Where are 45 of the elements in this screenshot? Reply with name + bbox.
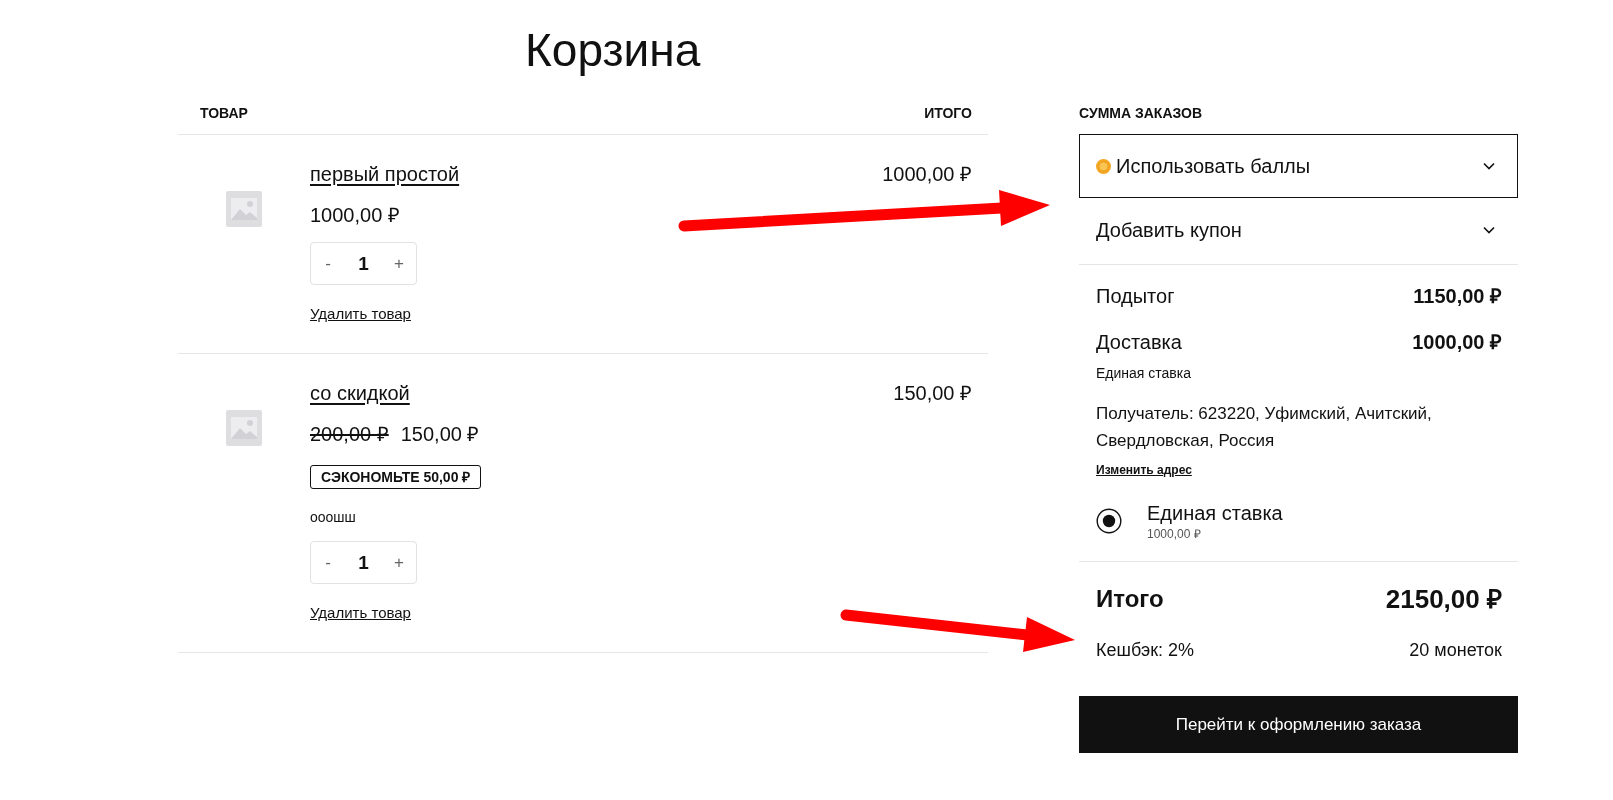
- points-accordion[interactable]: Использовать баллы: [1079, 134, 1518, 198]
- product-link[interactable]: первый простой: [310, 162, 460, 186]
- quantity-stepper[interactable]: - 1 +: [310, 242, 417, 285]
- old-price: 200,00 ₽: [310, 422, 389, 446]
- increment-button[interactable]: +: [382, 542, 416, 583]
- product-note: ооошш: [310, 508, 356, 526]
- remove-link[interactable]: Удалить товар: [310, 304, 411, 324]
- shipping-option-price: 1000,00 ₽: [1147, 526, 1202, 542]
- image-placeholder-icon: [226, 410, 262, 446]
- column-header: ИТОГО: [924, 104, 972, 123]
- chevron-down-icon: [1483, 162, 1495, 170]
- cashback-label: Кешбэк: 2%: [1096, 639, 1195, 662]
- shipping-option-label: Единая ставка: [1147, 501, 1283, 526]
- summary-label: Доставка: [1096, 330, 1182, 355]
- change-address-link[interactable]: Изменить адрес: [1096, 462, 1192, 478]
- product-link[interactable]: со скидкой: [310, 381, 410, 405]
- coupon-accordion[interactable]: Добавить купон: [1079, 198, 1518, 262]
- summary-value: 1150,00 ₽: [1413, 284, 1502, 309]
- remove-link[interactable]: Удалить товар: [310, 603, 411, 623]
- coin-icon: [1096, 158, 1111, 174]
- summary-heading: СУММА ЗАКАЗОВ: [1079, 104, 1204, 123]
- savings-tag: СЭКОНОМЬТЕ 50,00 ₽: [310, 465, 482, 489]
- shipping-method-note: Единая ставка: [1096, 364, 1192, 383]
- image-placeholder-icon: [226, 191, 262, 227]
- quantity-stepper[interactable]: - 1 +: [310, 541, 417, 584]
- total-label: Итого: [1096, 584, 1164, 614]
- increment-button[interactable]: +: [382, 243, 416, 284]
- summary-label: Подытог: [1096, 284, 1175, 309]
- decrement-button[interactable]: -: [311, 243, 345, 284]
- chevron-down-icon: [1483, 226, 1495, 234]
- decrement-button[interactable]: -: [311, 542, 345, 583]
- product-price: 150,00 ₽: [400, 422, 480, 446]
- total-value: 2150,00 ₽: [1385, 583, 1502, 615]
- column-header: ТОВАР: [200, 104, 248, 123]
- radio-button[interactable]: [1096, 508, 1122, 534]
- summary-value: 1000,00 ₽: [1412, 330, 1502, 355]
- quantity-input[interactable]: 1: [345, 243, 382, 284]
- quantity-input[interactable]: 1: [345, 542, 382, 583]
- line-total: 150,00 ₽: [893, 382, 972, 404]
- cashback-value: 20 монеток: [1409, 639, 1502, 662]
- shipping-address: Получатель: 623220, Уфимский, Ачитский, Свердловская, Россия: [1096, 403, 1433, 452]
- checkout-button[interactable]: Перейти к оформлению заказа: [1079, 696, 1518, 753]
- line-total: 1000,00 ₽: [882, 163, 972, 185]
- product-price: 1000,00 ₽: [310, 203, 400, 227]
- page-title: Корзина: [525, 23, 702, 78]
